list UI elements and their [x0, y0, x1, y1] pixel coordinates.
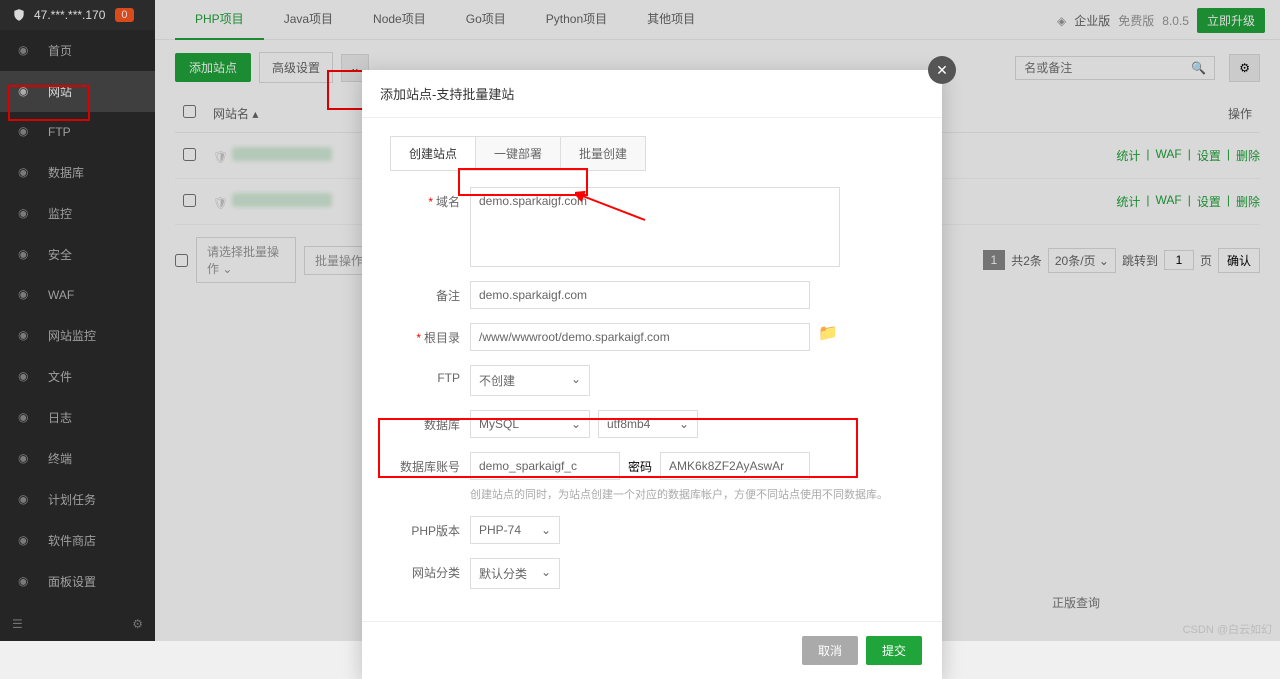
label-ftp: FTP: [390, 365, 470, 385]
modal-tab-2[interactable]: 批量创建: [561, 137, 645, 170]
category-select[interactable]: 默认分类 ⌄: [470, 558, 560, 589]
label-domain: 域名: [436, 195, 460, 209]
label-root: 根目录: [424, 331, 460, 345]
highlight-domain: [458, 168, 588, 196]
db-hint: 创建站点的同时，为站点创建一个对应的数据库帐户，方便不同站点使用不同数据库。: [470, 486, 888, 502]
modal-title: 添加站点-支持批量建站: [362, 70, 942, 118]
php-version-select[interactable]: PHP-74 ⌄: [470, 516, 560, 544]
close-icon[interactable]: ✕: [928, 56, 956, 84]
modal-tab-1[interactable]: 一键部署: [476, 137, 561, 170]
highlight-db: [378, 418, 858, 478]
cancel-button[interactable]: 取消: [802, 636, 858, 665]
note-input[interactable]: [470, 281, 810, 309]
modal-tabs: 创建站点一键部署批量创建: [390, 136, 646, 171]
label-note: 备注: [390, 281, 470, 304]
root-input[interactable]: [470, 323, 810, 351]
label-php-version: PHP版本: [390, 516, 470, 539]
copyright-link[interactable]: 正版查询: [1052, 594, 1100, 611]
watermark: CSDN @白云如幻: [1183, 621, 1272, 637]
add-site-modal: ✕ 添加站点-支持批量建站 创建站点一键部署批量创建 *域名 demo.spar…: [362, 70, 942, 679]
label-category: 网站分类: [390, 558, 470, 581]
submit-button[interactable]: 提交: [866, 636, 922, 665]
modal-tab-0[interactable]: 创建站点: [391, 137, 476, 170]
domain-input[interactable]: demo.sparkaigf.com: [470, 187, 840, 267]
ftp-select[interactable]: 不创建 ⌄: [470, 365, 590, 396]
folder-icon[interactable]: 📁: [818, 323, 838, 343]
